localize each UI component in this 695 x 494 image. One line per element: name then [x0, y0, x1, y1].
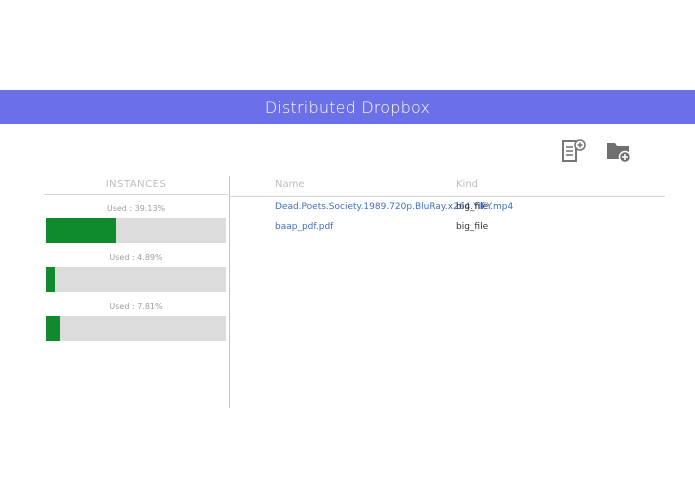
- instance-used-label: Used : 4.89%: [109, 253, 163, 262]
- file-kind: big_file: [456, 202, 489, 212]
- instance-used-label: Used : 7.81%: [109, 302, 163, 311]
- new-folder-button[interactable]: [606, 138, 632, 164]
- column-header-name[interactable]: Name: [275, 179, 305, 190]
- instance-item: Used : 39.13%: [44, 203, 228, 244]
- app-header: Distributed Dropbox: [0, 90, 695, 124]
- new-folder-icon: [607, 143, 632, 164]
- new-file-button[interactable]: [560, 138, 586, 164]
- file-name-link[interactable]: baap_pdf.pdf: [275, 222, 333, 232]
- app-title: Distributed Dropbox: [264, 97, 431, 117]
- instance-item: Used : 4.89%: [44, 252, 228, 293]
- new-file-icon: [562, 139, 586, 162]
- instance-item: Used : 7.81%: [44, 301, 228, 342]
- column-header-kind[interactable]: Kind: [456, 179, 478, 190]
- instance-usage-bar: [46, 218, 226, 243]
- instance-usage-fill: [46, 316, 61, 341]
- instances-panel: INSTANCES Used : 39.13% Used : 4.89% Use…: [44, 176, 228, 342]
- file-list-header: Name Kind: [230, 176, 665, 197]
- file-list: Name Kind Dead.Poets.Society.1989.720p.B…: [230, 176, 665, 237]
- file-kind: big_file: [456, 222, 489, 232]
- instances-title: INSTANCES: [44, 176, 228, 195]
- instance-usage-bar: [46, 267, 226, 292]
- instance-usage-fill: [46, 218, 117, 243]
- table-row: Dead.Poets.Society.1989.720p.BluRay.x264…: [230, 197, 665, 217]
- instance-usage-fill: [46, 267, 55, 292]
- instance-usage-bar: [46, 316, 226, 341]
- instance-used-label: Used : 39.13%: [106, 204, 166, 213]
- table-row: baap_pdf.pdf big_file: [230, 217, 665, 237]
